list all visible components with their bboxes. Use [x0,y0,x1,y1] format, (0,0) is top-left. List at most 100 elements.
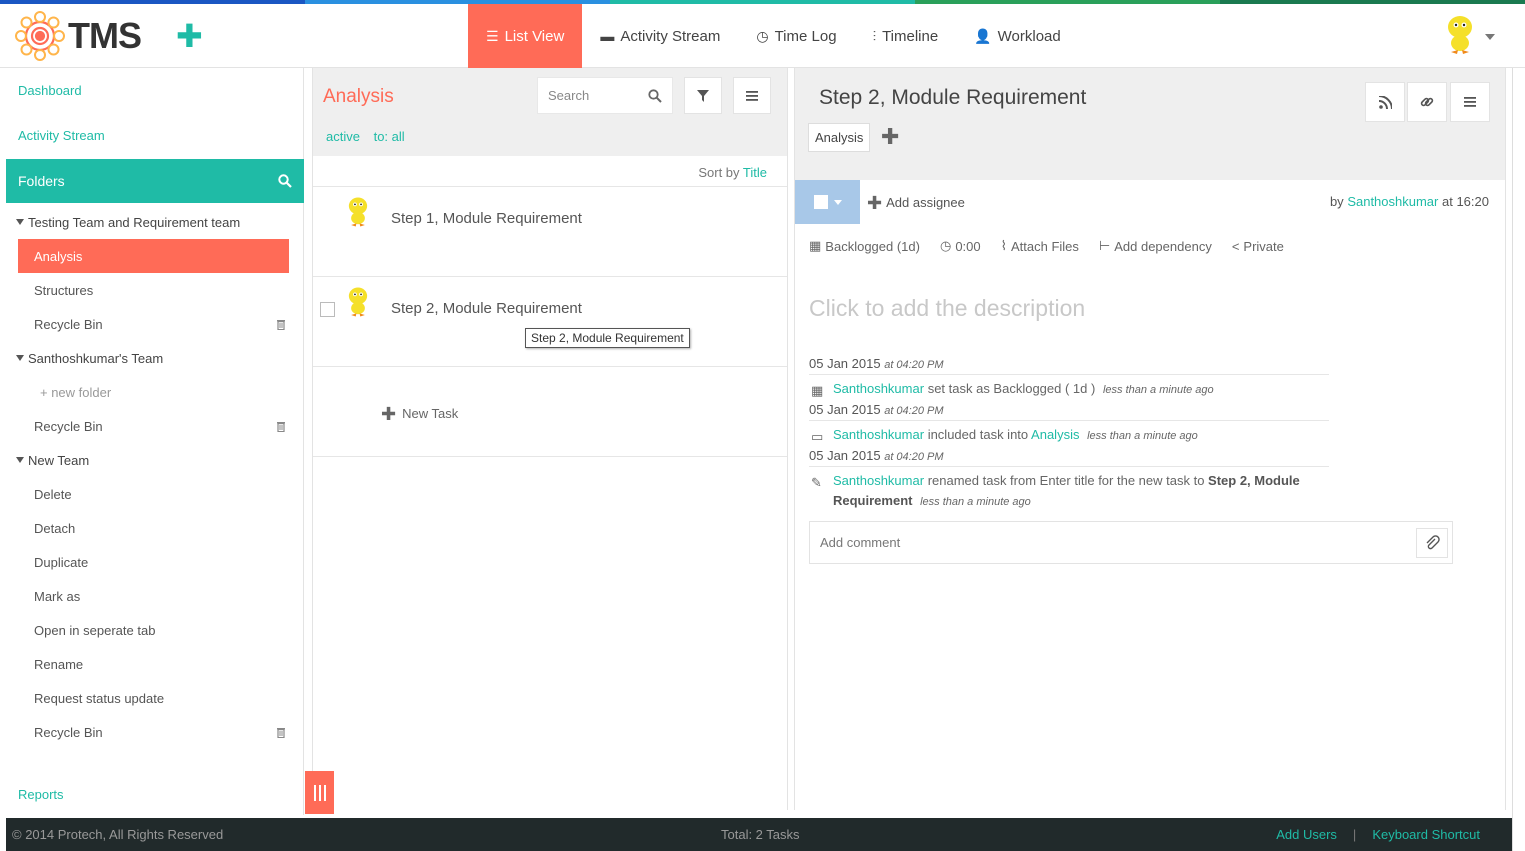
chevron-down-icon [1485,34,1495,40]
sidebar-activity-stream-link[interactable]: Activity Stream [18,128,105,143]
detail-menu-button[interactable] [1450,82,1490,122]
logo-text: TMS [68,15,142,56]
menu-icon [1464,97,1476,107]
team-new-team[interactable]: New Team [6,443,304,477]
folders-label: Folders [18,173,65,189]
status-meta[interactable]: ▦ Backlogged (1d) [809,238,920,254]
nav-workload[interactable]: 👤 Workload [956,4,1079,68]
comment-attach-button[interactable] [1416,528,1448,558]
create-plus-button[interactable]: ✚ [176,20,203,52]
page-scrollbar[interactable] [1512,68,1525,851]
divider [313,366,787,367]
nav-activity-stream[interactable]: ▬ Activity Stream [582,4,738,68]
folder-tree: Testing Team and Requirement team Analys… [6,205,304,749]
status-checkbox[interactable] [813,195,828,209]
folder-request-status-update[interactable]: Request status update [6,681,304,715]
status-dropdown[interactable] [795,180,860,224]
task-row[interactable]: Step 2, Module Requirement [313,276,787,366]
task-list-panel: Analysis Search active to: all Sort by T… [312,68,788,810]
task-list-header: Analysis Search active to: all [313,68,787,156]
add-dependency-button[interactable]: ⊢ Add dependency [1099,238,1212,254]
filter-icon [697,89,709,102]
caret-down-icon [16,219,24,225]
new-folder-link[interactable]: + new folder [6,375,304,409]
panel-resize-handle[interactable] [305,771,334,814]
calendar-icon: ▦ [809,238,822,253]
main-nav: ☰ List View ▬ Activity Stream ◷ Time Log… [468,4,1079,68]
keyboard-shortcut-link[interactable]: Keyboard Shortcut [1372,827,1480,842]
user-menu[interactable] [1443,14,1495,56]
rss-button[interactable] [1365,82,1405,122]
creator-link[interactable]: Santhoshkumar [1347,194,1438,209]
filter-button[interactable] [684,77,722,114]
caret-down-icon [16,457,24,463]
folder-delete[interactable]: Delete [6,477,304,511]
list-icon: ☰ [486,27,499,44]
filter-active[interactable]: active [326,129,360,144]
task-title[interactable]: Step 2, Module Requirement [391,300,582,317]
sidebar: Dashboard Activity Stream Folders Testin… [6,68,304,815]
share-icon: < [1231,238,1240,254]
search-icon[interactable] [278,174,292,188]
sort-field-link[interactable]: Title [743,165,767,180]
flower-logo-icon [15,11,65,61]
list-menu-button[interactable] [733,77,771,114]
team-santhoshkumar[interactable]: Santhoshkumar's Team [6,341,304,375]
new-task-button[interactable]: ✚ New Task [381,404,458,425]
filter-assignee[interactable]: to: all [374,129,405,144]
activity-item: 05 Jan 2015 at 04:20 PM ▦ Santhoshkumar … [809,356,1329,400]
folders-header[interactable]: Folders [6,159,304,203]
link-button[interactable] [1407,82,1447,122]
folder-analysis[interactable]: Analysis [18,239,289,273]
folder-duplicate[interactable]: Duplicate [6,545,304,579]
trash-icon[interactable] [276,726,286,738]
description-placeholder[interactable]: Click to add the description [809,295,1085,322]
add-users-link[interactable]: Add Users [1276,827,1337,842]
folder-recycle-bin[interactable]: Recycle Bin [6,307,304,341]
team-testing[interactable]: Testing Team and Requirement team [6,205,304,239]
pencil-icon: ✎ [811,475,822,490]
folder-structures[interactable]: Structures [6,273,304,307]
activity-user-link[interactable]: Santhoshkumar [833,427,924,442]
task-detail-title[interactable]: Step 2, Module Requirement [819,86,1086,110]
nav-time-log[interactable]: ◷ Time Log [738,4,854,68]
activity-user-link[interactable]: Santhoshkumar [833,381,924,396]
user-icon: 👤 [974,27,992,44]
folder-mark-as[interactable]: Mark as [6,579,304,613]
task-title[interactable]: Step 1, Module Requirement [391,210,582,227]
menu-icon [746,90,758,101]
activity-folder-link[interactable]: Analysis [1031,427,1079,442]
calendar-icon: ▦ [811,383,824,398]
time-meta[interactable]: ◷ 0:00 [940,238,981,254]
trash-icon[interactable] [276,318,286,330]
caret-down-icon [833,199,842,205]
folder-open-separate-tab[interactable]: Open in seperate tab [6,613,304,647]
attach-files-button[interactable]: ⌇ Attach Files [1001,238,1079,254]
assignee-avatar [348,287,368,317]
app-logo[interactable]: TMS [14,10,142,62]
folder-detach[interactable]: Detach [6,511,304,545]
folder-rename[interactable]: Rename [6,647,304,681]
activity-user-link[interactable]: Santhoshkumar [833,473,924,488]
footer-links: Add Users | Keyboard Shortcut [1276,827,1480,842]
add-assignee-button[interactable]: ✚ Add assignee [867,193,965,214]
dependency-icon: ⊢ [1098,238,1111,253]
comment-input[interactable]: Add comment [809,521,1453,564]
task-row[interactable]: Step 1, Module Requirement [313,186,787,276]
nav-list-view[interactable]: ☰ List View [468,4,583,68]
sidebar-dashboard-link[interactable]: Dashboard [18,83,82,98]
task-checkbox[interactable] [320,302,335,317]
add-tag-button[interactable]: ✚ [881,124,899,150]
list-filters: active to: all [326,129,415,144]
folder-recycle-bin[interactable]: Recycle Bin [6,409,304,443]
nav-timeline[interactable]: ⫶ Timeline [855,4,957,68]
sidebar-reports-link[interactable]: Reports [18,787,64,802]
folder-icon: ▭ [811,429,824,444]
task-tooltip: Step 2, Module Requirement [525,328,690,348]
search-input[interactable]: Search [537,77,673,114]
folder-recycle-bin[interactable]: Recycle Bin [6,715,304,749]
app-footer: © 2014 Protech, All Rights Reserved Tota… [6,818,1512,851]
privacy-toggle[interactable]: < Private [1232,238,1284,254]
folder-tag[interactable]: Analysis [808,123,871,152]
trash-icon[interactable] [276,420,286,432]
